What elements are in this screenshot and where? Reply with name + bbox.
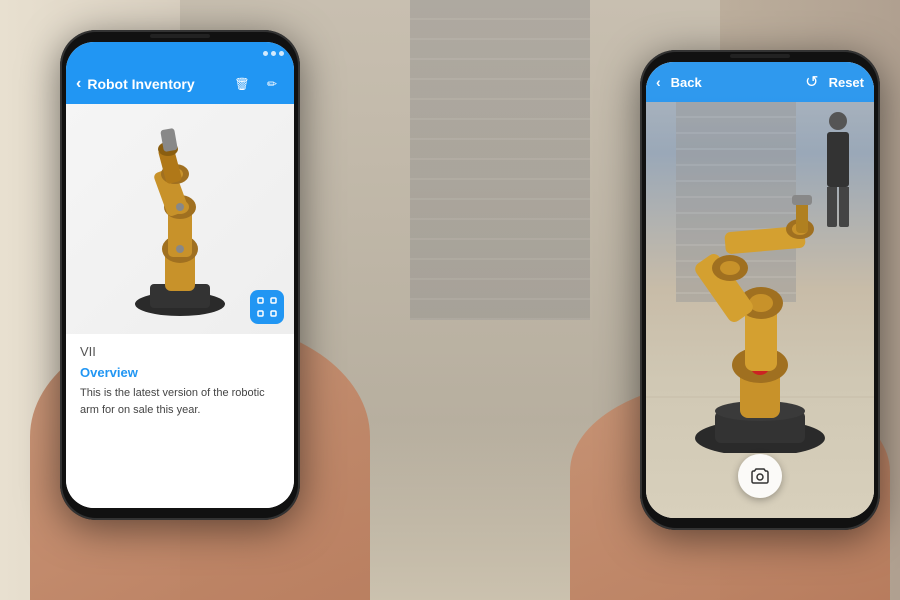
left-phone-frame: ‹ Robot Inventory 🗑 ✏ <box>60 30 300 520</box>
left-phone-screen: ‹ Robot Inventory 🗑 ✏ <box>66 42 294 508</box>
ar-launch-button[interactable] <box>250 290 284 324</box>
left-phone: ‹ Robot Inventory 🗑 ✏ <box>60 30 300 520</box>
left-phone-content: VII Overview This is the latest version … <box>66 104 294 508</box>
edit-icon[interactable]: ✏ <box>260 72 284 96</box>
ar-back-label[interactable]: Back <box>671 75 702 90</box>
status-dots <box>263 51 284 56</box>
ar-robot-model <box>670 173 850 458</box>
ar-back-icon[interactable]: ‹ <box>656 74 661 90</box>
nav-title: Robot Inventory <box>87 76 224 92</box>
left-nav-bar: ‹ Robot Inventory 🗑 ✏ <box>66 64 294 104</box>
garage-door <box>410 0 590 320</box>
overview-heading: Overview <box>80 365 280 380</box>
right-phone-frame: ‹ Back ↺ Reset <box>640 50 880 530</box>
overview-description: This is the latest version of the roboti… <box>80 385 280 418</box>
capture-button[interactable] <box>738 454 782 498</box>
right-phone-screen: ‹ Back ↺ Reset <box>646 62 874 518</box>
right-phone: ‹ Back ↺ Reset <box>640 50 880 530</box>
left-status-bar <box>66 42 294 64</box>
back-icon[interactable]: ‹ <box>76 75 81 93</box>
delete-icon[interactable]: 🗑 <box>230 72 254 96</box>
ar-reset-label[interactable]: Reset <box>829 75 864 90</box>
signal-dot-3 <box>279 51 284 56</box>
signal-dot-2 <box>271 51 276 56</box>
ar-reset-icon[interactable]: ↺ <box>805 72 818 92</box>
model-name: VII <box>80 344 280 359</box>
ar-camera-view: ‹ Back ↺ Reset <box>646 62 874 518</box>
ar-nav-bar: ‹ Back ↺ Reset <box>646 62 874 102</box>
robot-arm-image <box>100 119 260 319</box>
signal-dot-1 <box>263 51 268 56</box>
product-info: VII Overview This is the latest version … <box>66 334 294 508</box>
robot-display-area <box>66 104 294 334</box>
